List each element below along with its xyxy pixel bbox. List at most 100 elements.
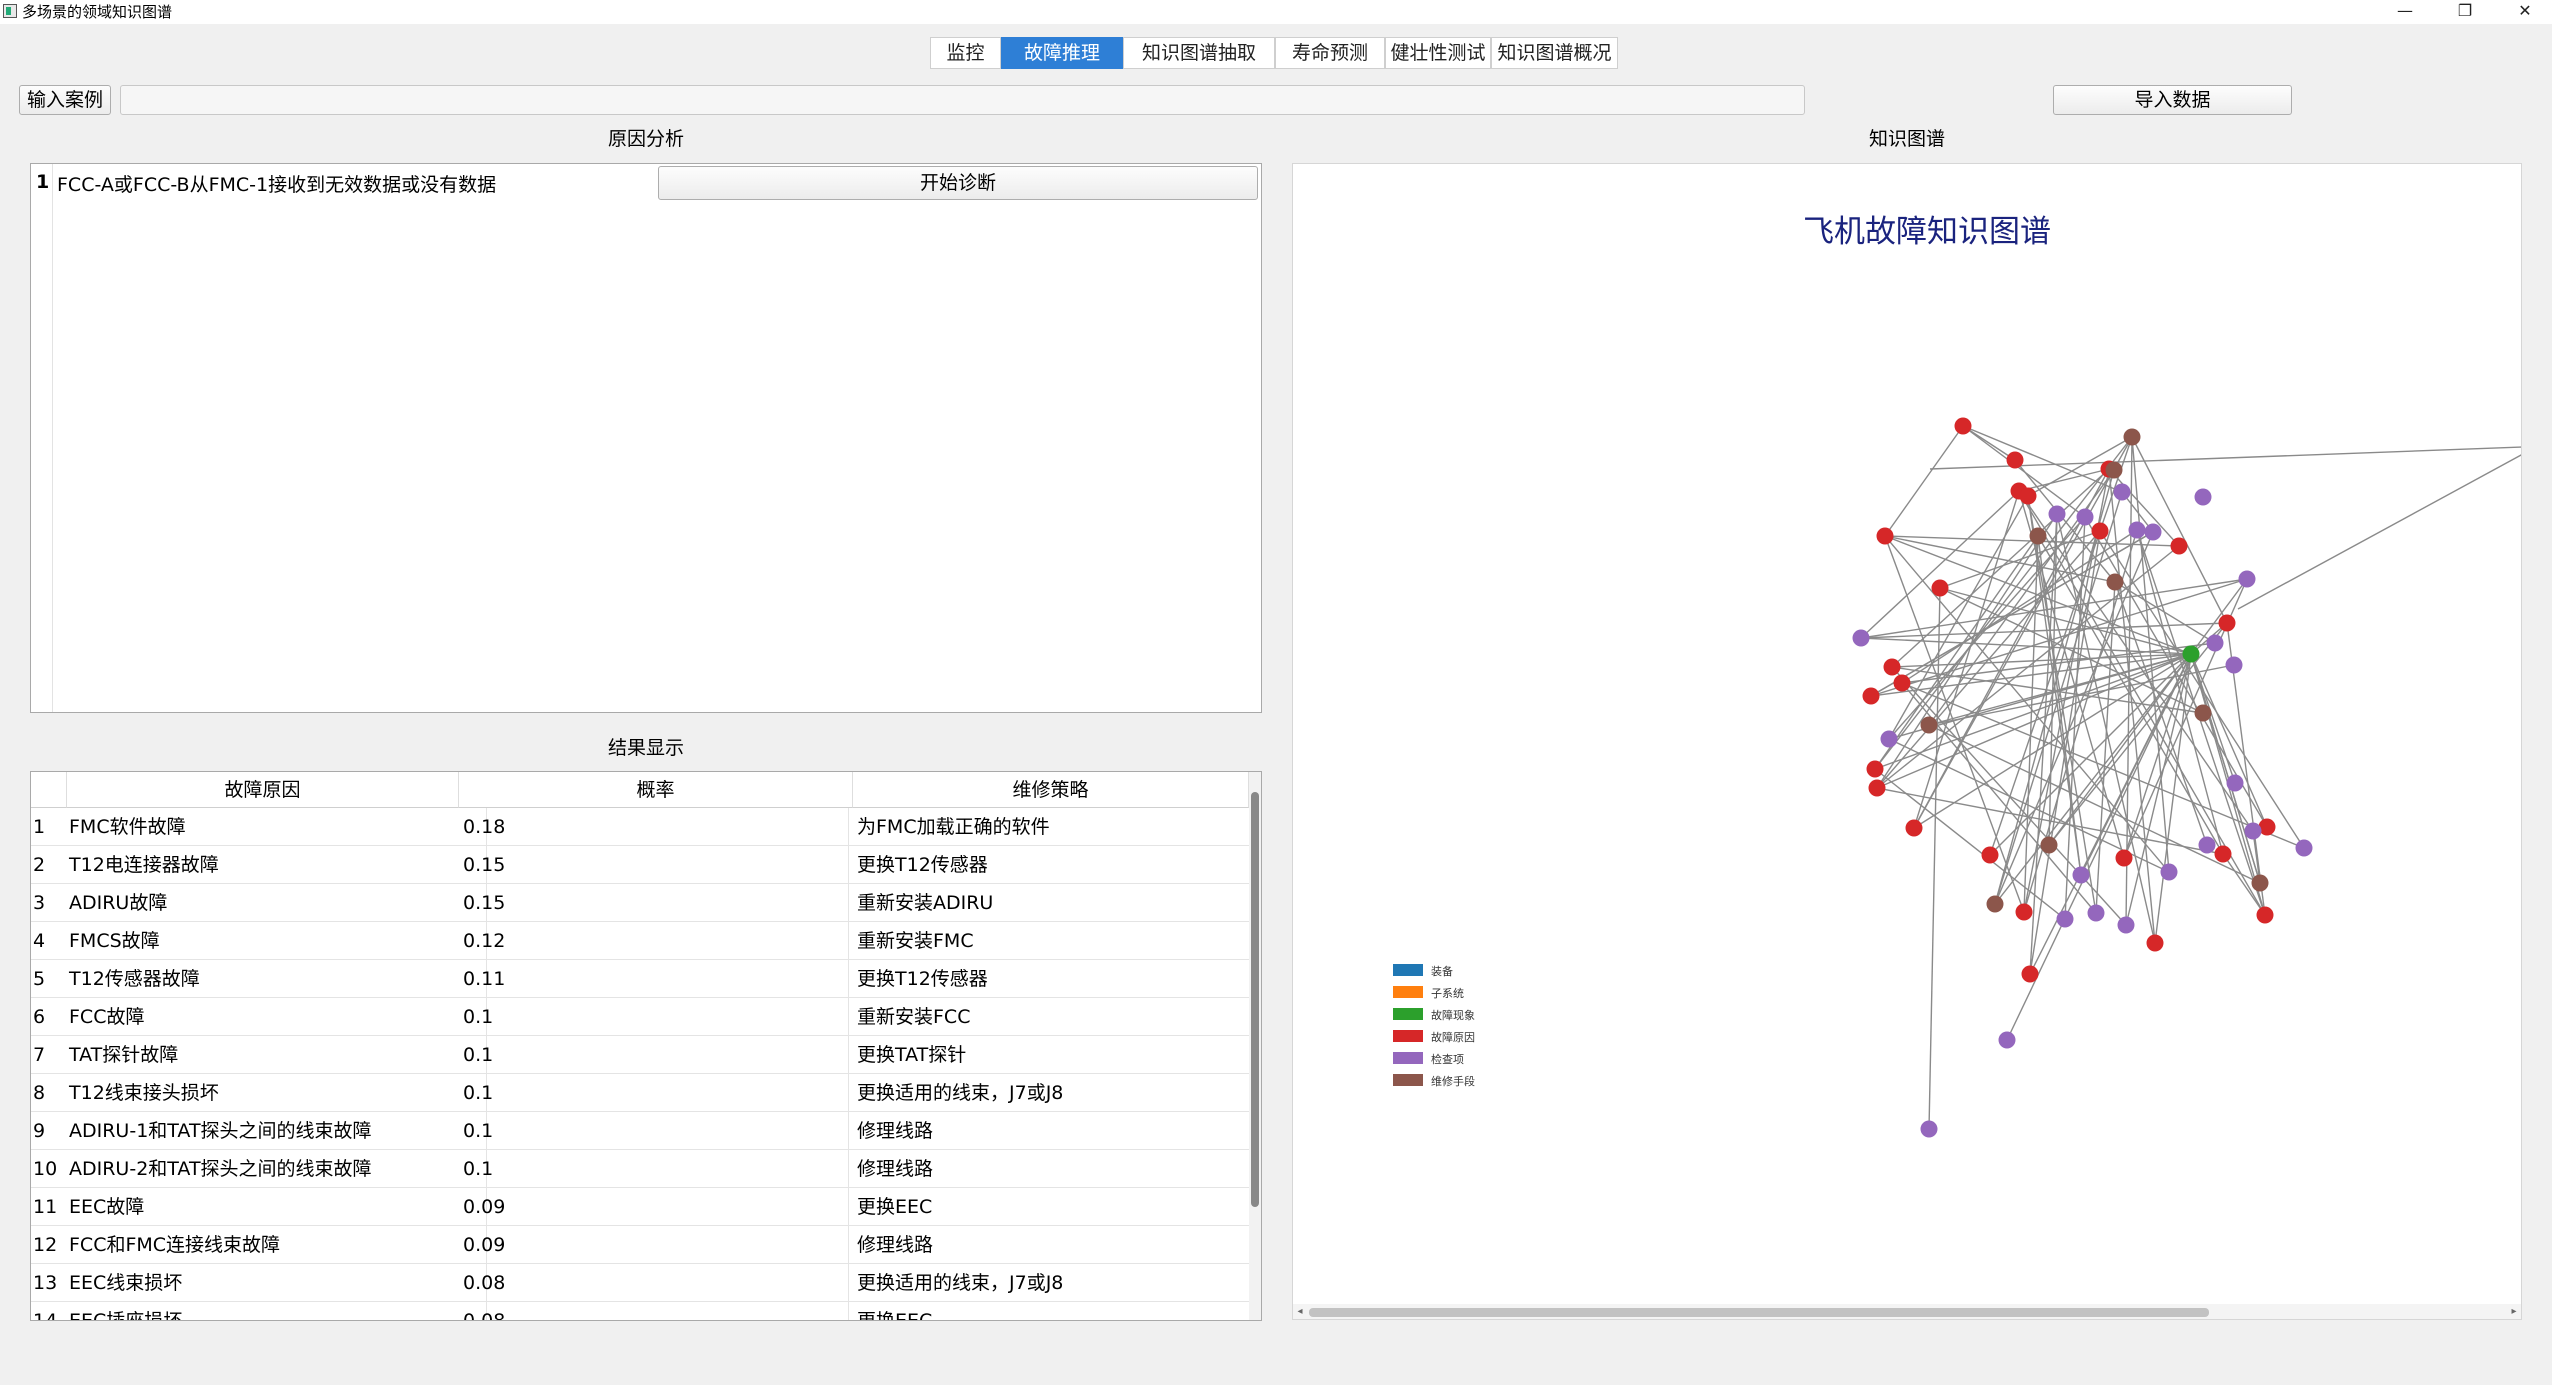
probability-cell[interactable]: 0.1 xyxy=(459,998,849,1036)
minimize-button[interactable]: — xyxy=(2382,0,2428,24)
repair-strategy-cell[interactable]: 更换T12传感器 xyxy=(853,846,1248,884)
graph-node[interactable] xyxy=(2170,537,2188,555)
legend-swatch[interactable] xyxy=(1393,1030,1423,1042)
fault-cause-cell[interactable]: T12电连接器故障 xyxy=(67,846,487,884)
legend-swatch[interactable] xyxy=(1393,1074,1423,1086)
graph-node[interactable] xyxy=(2021,965,2039,983)
graph-node[interactable] xyxy=(2029,527,2047,545)
input-case-button[interactable]: 输入案例 xyxy=(19,85,111,115)
graph-node[interactable] xyxy=(1920,1120,1938,1138)
repair-strategy-cell[interactable]: 修理线路 xyxy=(853,1112,1248,1150)
row-number[interactable]: 8 xyxy=(33,1074,63,1112)
legend-label[interactable]: 检查项 xyxy=(1431,1052,1464,1066)
scroll-right-arrow[interactable]: ▸ xyxy=(2507,1304,2521,1319)
graph-node[interactable] xyxy=(2251,874,2269,892)
reason-analysis-table[interactable]: 1 FCC-A或FCC-B从FMC-1接收到无效数据或没有数据 开始诊断 xyxy=(30,163,1262,713)
graph-node[interactable] xyxy=(2144,523,2162,541)
fault-cause-cell[interactable]: EEC插座损坏 xyxy=(67,1302,487,1320)
header-fault-cause[interactable]: 故障原因 xyxy=(67,772,459,808)
graph-node[interactable] xyxy=(2244,822,2262,840)
fault-cause-cell[interactable]: EEC故障 xyxy=(67,1188,487,1226)
repair-strategy-cell[interactable]: 重新安装ADIRU xyxy=(853,884,1248,922)
graph-node[interactable] xyxy=(2146,934,2164,952)
result-table[interactable]: 故障原因 概率 维修策略 1 FMC软件故障 0.18 为FMC加载正确的软件 2 T12… xyxy=(30,771,1262,1321)
graph-node[interactable] xyxy=(1893,674,1911,692)
graph-node[interactable] xyxy=(1883,658,1901,676)
legend-swatch[interactable] xyxy=(1393,1052,1423,1064)
fault-cause-cell[interactable]: TAT探针故障 xyxy=(67,1036,487,1074)
fault-cause-cell[interactable]: T12传感器故障 xyxy=(67,960,487,998)
table-row[interactable]: 2 T12电连接器故障 0.15 更换T12传感器 xyxy=(31,846,1251,884)
horizontal-scrollbar[interactable]: ◂ ▸ xyxy=(1293,1304,2521,1319)
repair-strategy-cell[interactable]: 更换适用的线束，J7或J8 xyxy=(853,1074,1248,1112)
knowledge-graph-view[interactable]: 飞机故障知识图谱 装备 子系统 故障现象 故障原因 检查项 维修手段 ◂ ▸ xyxy=(1292,163,2522,1320)
probability-cell[interactable]: 0.11 xyxy=(459,960,849,998)
graph-node[interactable] xyxy=(1866,760,1884,778)
repair-strategy-cell[interactable]: 重新安装FCC xyxy=(853,998,1248,1036)
row-number[interactable]: 11 xyxy=(33,1188,63,1226)
graph-node[interactable] xyxy=(2225,656,2243,674)
graph-node[interactable] xyxy=(2194,704,2212,722)
graph-node[interactable] xyxy=(1862,687,1880,705)
graph-node[interactable] xyxy=(2056,910,2074,928)
probability-cell[interactable]: 0.09 xyxy=(459,1188,849,1226)
graph-node[interactable] xyxy=(1876,527,1894,545)
repair-strategy-cell[interactable]: 更换TAT探针 xyxy=(853,1036,1248,1074)
import-data-button[interactable]: 导入数据 xyxy=(2053,85,2292,115)
graph-node[interactable] xyxy=(1852,629,1870,647)
graph-node[interactable] xyxy=(2015,903,2033,921)
table-row[interactable]: 9 ADIRU-1和TAT探头之间的线束故障 0.1 修理线路 xyxy=(31,1112,1251,1150)
graph-node[interactable] xyxy=(2117,916,2135,934)
vertical-scrollbar[interactable] xyxy=(1249,772,1261,1320)
legend-label[interactable]: 故障原因 xyxy=(1431,1030,1475,1044)
probability-cell[interactable]: 0.12 xyxy=(459,922,849,960)
table-row[interactable]: 13 EEC线束损坏 0.08 更换适用的线束，J7或J8 xyxy=(31,1264,1251,1302)
graph-node[interactable] xyxy=(2019,487,2037,505)
graph-node[interactable] xyxy=(2048,505,2066,523)
probability-cell[interactable]: 0.15 xyxy=(459,846,849,884)
row-number[interactable]: 5 xyxy=(33,960,63,998)
row-number[interactable]: 2 xyxy=(33,846,63,884)
scroll-left-arrow[interactable]: ◂ xyxy=(1293,1304,1307,1319)
tab-robustness-test[interactable]: 健壮性测试 xyxy=(1385,37,1491,69)
row-number[interactable]: 14 xyxy=(33,1302,63,1320)
graph-node[interactable] xyxy=(2160,863,2178,881)
graph-node[interactable] xyxy=(2295,839,2313,857)
repair-strategy-cell[interactable]: 重新安装FMC xyxy=(853,922,1248,960)
row-number[interactable]: 1 xyxy=(33,808,63,846)
probability-cell[interactable]: 0.1 xyxy=(459,1036,849,1074)
graph-node[interactable] xyxy=(2238,570,2256,588)
graph-node[interactable] xyxy=(2214,845,2232,863)
probability-cell[interactable]: 0.1 xyxy=(459,1150,849,1188)
close-button[interactable]: ✕ xyxy=(2502,0,2548,24)
graph-node[interactable] xyxy=(2106,573,2124,591)
fault-cause-cell[interactable]: FMC软件故障 xyxy=(67,808,487,846)
graph-node[interactable] xyxy=(1981,846,1999,864)
table-row[interactable]: 14 EEC插座损坏 0.08 更换EEC xyxy=(31,1302,1251,1320)
graph-node[interactable] xyxy=(2113,483,2131,501)
fault-cause-cell[interactable]: FCC和FMC连接线束故障 xyxy=(67,1226,487,1264)
graph-node[interactable] xyxy=(2076,508,2094,526)
table-row[interactable]: 7 TAT探针故障 0.1 更换TAT探针 xyxy=(31,1036,1251,1074)
graph-node[interactable] xyxy=(1880,730,1898,748)
fault-phenomenon-text[interactable]: FCC-A或FCC-B从FMC-1接收到无效数据或没有数据 xyxy=(57,170,496,197)
horizontal-scrollbar-thumb[interactable] xyxy=(1309,1308,2209,1317)
legend-label[interactable]: 装备 xyxy=(1431,964,1453,978)
graph-node[interactable] xyxy=(2128,521,2146,539)
row-number[interactable]: 4 xyxy=(33,922,63,960)
graph-node[interactable] xyxy=(1954,417,1972,435)
restore-button[interactable]: ❐ xyxy=(2442,0,2488,24)
table-row[interactable]: 1 FMC软件故障 0.18 为FMC加载正确的软件 xyxy=(31,808,1251,846)
legend-swatch[interactable] xyxy=(1393,986,1423,998)
legend-label[interactable]: 子系统 xyxy=(1431,987,1464,1000)
table-row[interactable]: 10 ADIRU-2和TAT探头之间的线束故障 0.1 修理线路 xyxy=(31,1150,1251,1188)
table-row[interactable]: 5 T12传感器故障 0.11 更换T12传感器 xyxy=(31,960,1251,998)
graph-node[interactable] xyxy=(2006,451,2024,469)
graph-node[interactable] xyxy=(1905,819,1923,837)
tab-life-prediction[interactable]: 寿命预测 xyxy=(1275,37,1385,69)
repair-strategy-cell[interactable]: 修理线路 xyxy=(853,1226,1248,1264)
scrollbar-thumb[interactable] xyxy=(1251,792,1259,1207)
table-row[interactable]: 4 FMCS故障 0.12 重新安装FMC xyxy=(31,922,1251,960)
graph-node[interactable] xyxy=(2194,488,2212,506)
graph-node[interactable] xyxy=(2087,904,2105,922)
